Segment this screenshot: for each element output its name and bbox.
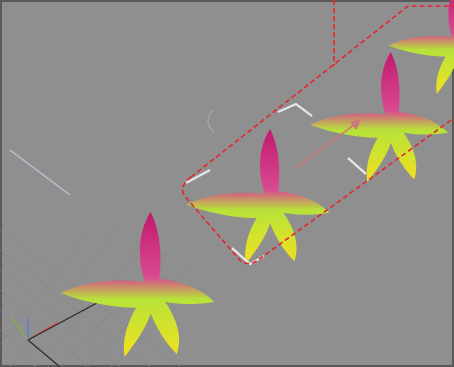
viewport-scene[interactable] — [0, 0, 454, 367]
viewport-3d[interactable] — [0, 0, 454, 367]
viewport-background — [0, 0, 454, 367]
